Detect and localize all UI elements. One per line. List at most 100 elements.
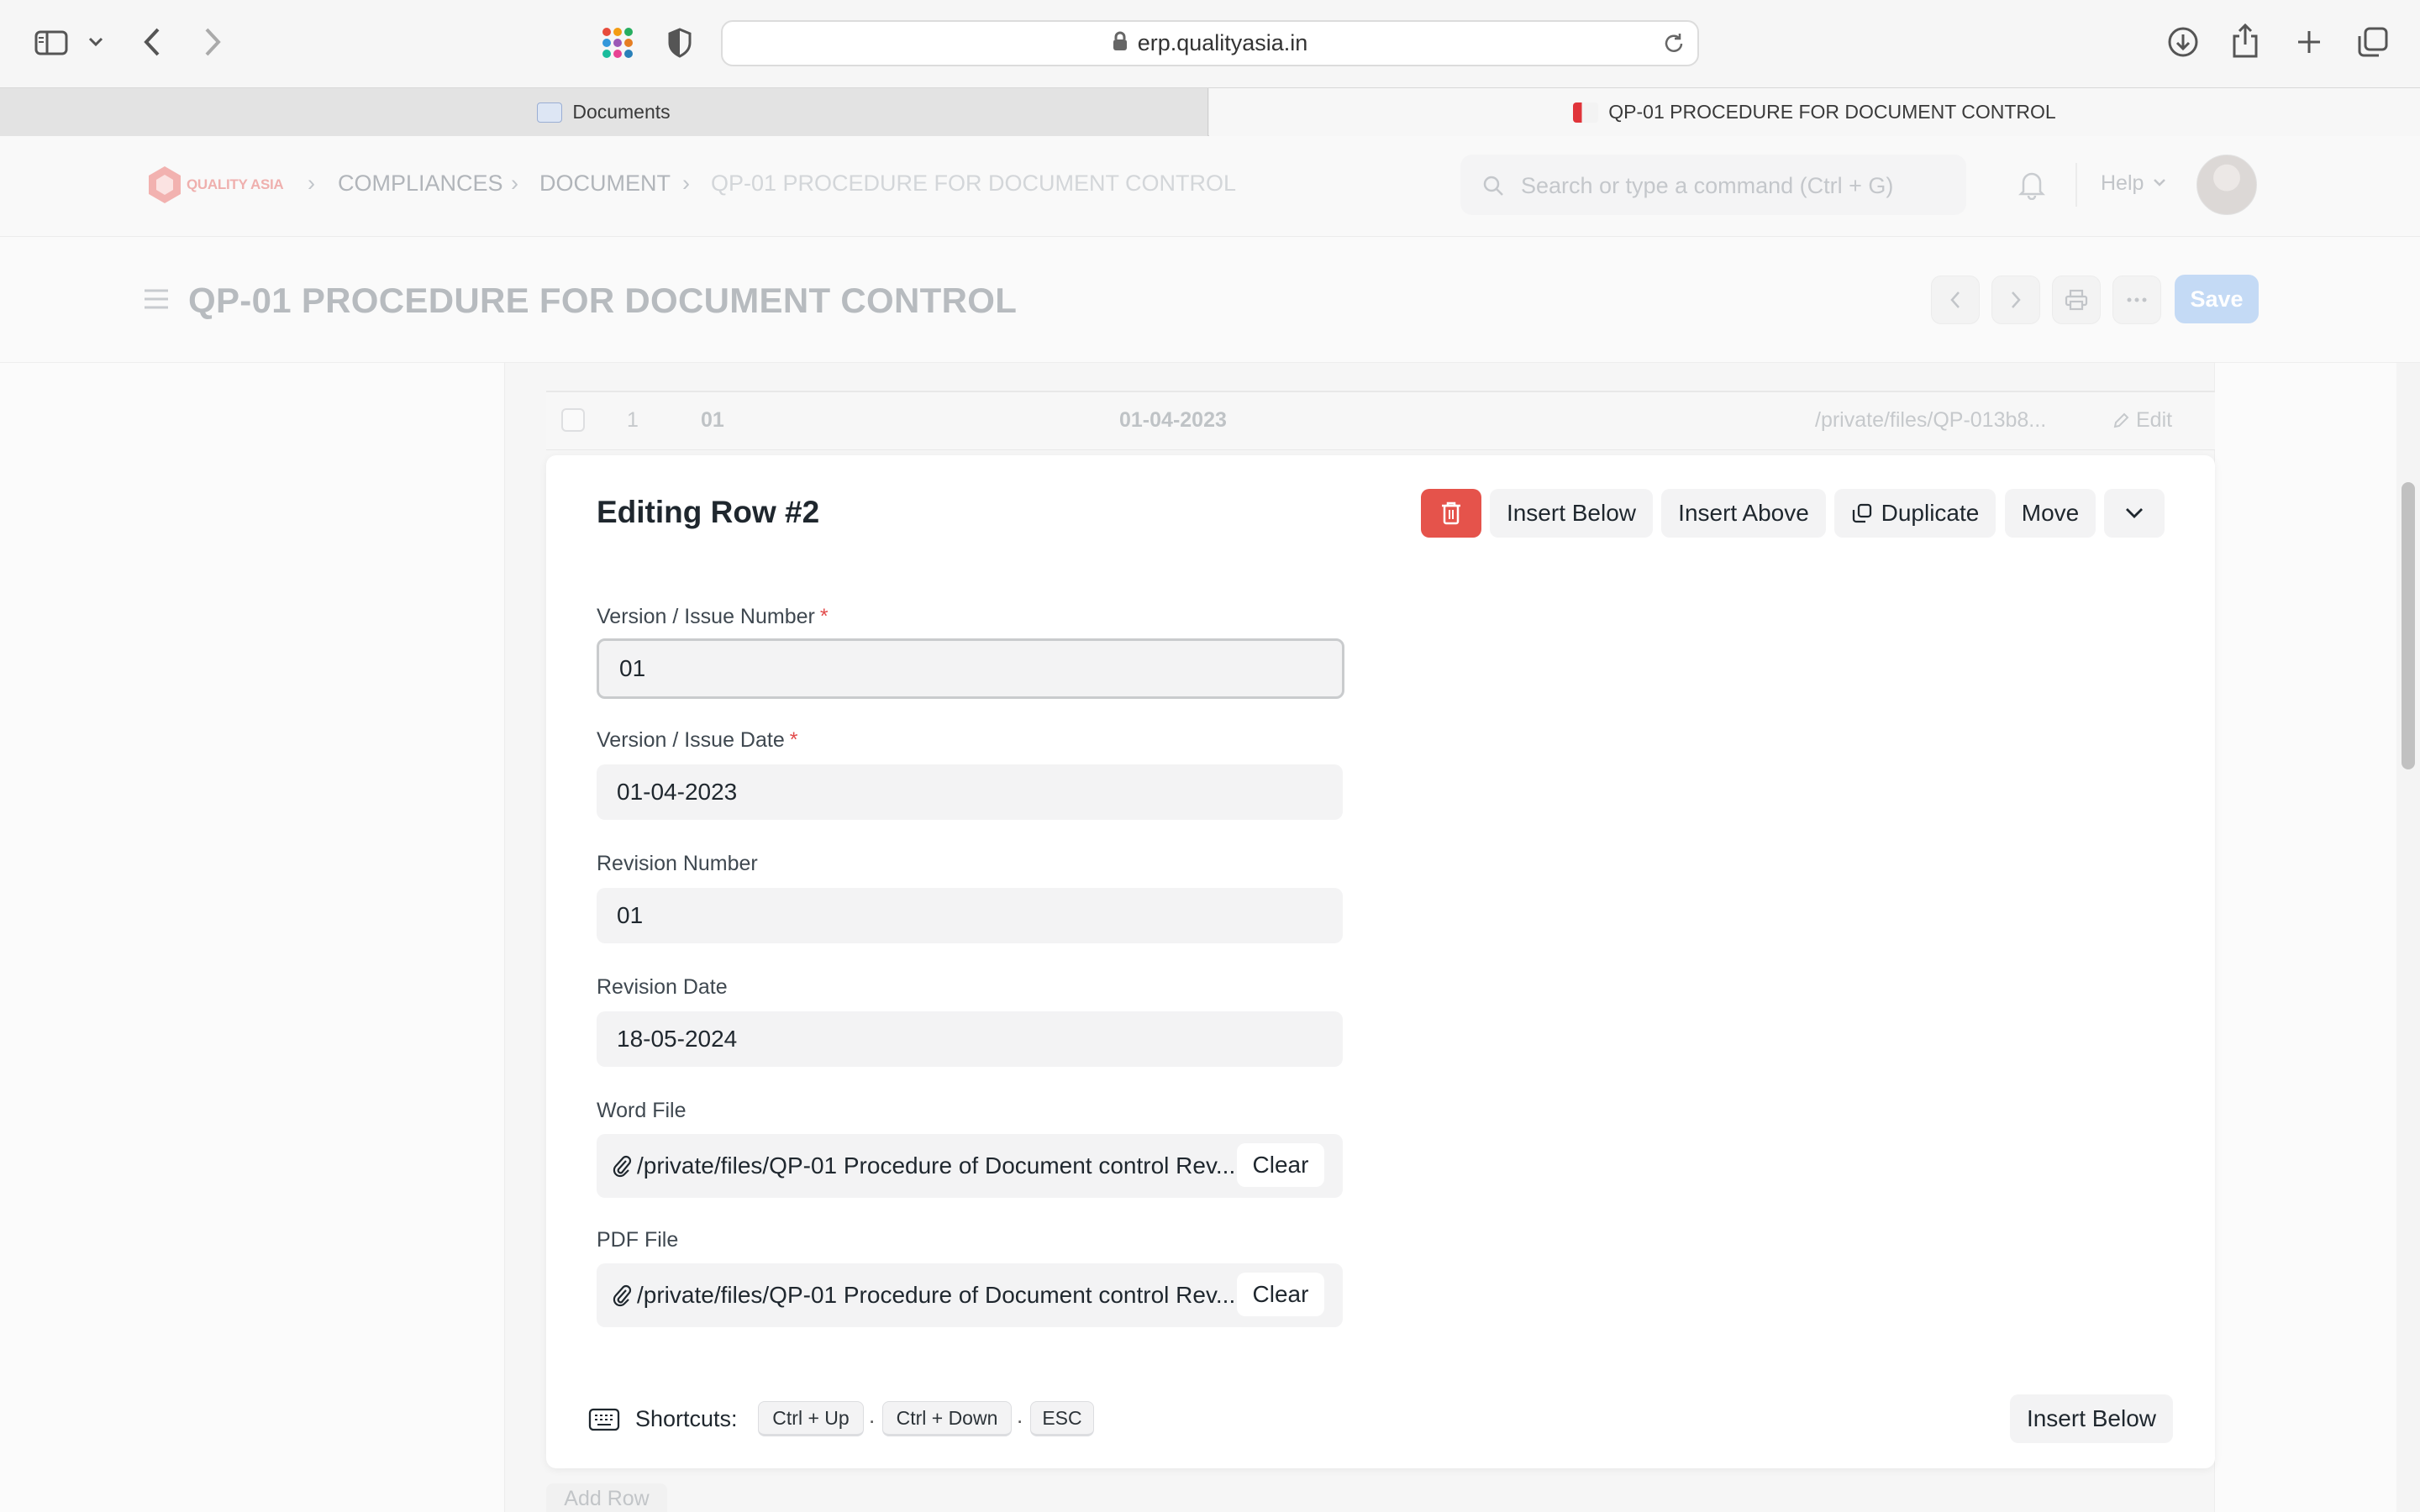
revision-date-input[interactable]: 18-05-2024 [597,1011,1343,1067]
shortcuts-label: Shortcuts: [635,1406,738,1431]
shortcut-ctrl-down: Ctrl + Down [882,1401,1012,1436]
paperclip-icon [612,1152,632,1182]
documents-favicon-icon [537,102,563,123]
tab-label: QP-01 PROCEDURE FOR DOCUMENT CONTROL [1608,101,2056,123]
search-input[interactable]: Search or type a command (Ctrl + G) [1460,155,1966,215]
logo-text: QUALITY ASIA [187,176,284,192]
edit-label: Edit [2136,408,2173,432]
shortcut-ctrl-up: Ctrl + Up [758,1401,864,1436]
copy-icon [1852,503,1871,523]
sidebar-toggle-icon[interactable] [32,27,71,59]
version-number-label-text: Version / Issue Number [597,605,815,628]
download-icon[interactable] [2166,25,2200,59]
search-icon [1482,175,1504,201]
more-actions-button[interactable] [2112,276,2161,324]
row-version: 01 [701,408,724,432]
hamburger-menu-icon[interactable] [143,287,170,311]
lock-icon [1113,31,1128,55]
version-date-label: Version / Issue Date * [597,728,797,753]
breadcrumb-document[interactable]: DOCUMENT [539,171,671,197]
add-row-button[interactable]: Add Row [546,1483,667,1512]
keyboard-icon [588,1408,620,1436]
duplicate-button[interactable]: Duplicate [1834,489,1996,538]
chevron-left-icon [1950,291,1960,308]
pdf-file-clear-button[interactable]: Clear [1237,1273,1324,1316]
required-marker: * [819,605,829,628]
revision-number-label: Revision Number [597,852,758,875]
insert-above-button[interactable]: Insert Above [1661,489,1826,538]
tab-overview-icon[interactable] [2356,25,2390,59]
row-index: 1 [627,408,639,432]
word-file-attachment: /private/files/QP-01 Procedure of Docume… [597,1134,1343,1198]
paperclip-icon [612,1282,632,1311]
avatar[interactable] [2196,155,2257,215]
save-button[interactable]: Save [2175,275,2259,323]
chevron-down-icon [2152,176,2167,192]
shortcut-separator: . [1017,1403,1023,1428]
insert-below-button[interactable]: Insert Below [1490,489,1653,538]
pdf-file-attachment: /private/files/QP-01 Procedure of Docume… [597,1263,1343,1327]
chevron-right-icon [2012,291,2021,308]
ellipsis-icon [2127,297,2147,302]
bell-icon[interactable] [2018,170,2047,202]
version-date-input[interactable]: 01-04-2023 [597,764,1343,820]
version-date-label-text: Version / Issue Date [597,728,785,752]
printer-icon [2065,289,2088,311]
revision-number-input[interactable]: 01 [597,888,1343,943]
chevron-down-icon [2126,508,2143,518]
pdf-file-link[interactable]: /private/files/QP-01 Procedure of Docume… [637,1282,1242,1309]
back-icon[interactable] [139,25,165,59]
pencil-icon [2113,412,2129,428]
version-number-label: Version / Issue Number * [597,605,829,629]
tab-documents[interactable]: Documents [0,88,1208,136]
word-file-clear-button[interactable]: Clear [1237,1143,1324,1187]
word-file-link[interactable]: /private/files/QP-01 Procedure of Docume… [637,1152,1242,1179]
shortcut-separator: . [869,1403,876,1428]
browser-tab-bar: Documents QP-01 PROCEDURE FOR DOCUMENT C… [0,87,2420,136]
duplicate-label: Duplicate [1881,500,1980,526]
breadcrumb-separator-icon: › [682,171,690,196]
revision-date-label: Revision Date [597,975,728,999]
tab-qp-01[interactable]: QP-01 PROCEDURE FOR DOCUMENT CONTROL [1209,88,2420,136]
reload-icon[interactable] [1662,32,1686,60]
next-record-button[interactable] [1991,276,2040,324]
collapse-panel-button[interactable] [2104,489,2165,538]
word-file-label: Word File [597,1099,687,1122]
insert-below-bottom-button[interactable]: Insert Below [2010,1394,2173,1443]
navbar-divider [2075,163,2077,207]
app-grid-icon[interactable] [600,25,635,60]
new-tab-icon[interactable] [2294,27,2324,57]
row-checkbox[interactable] [561,408,585,432]
privacy-shield-icon[interactable] [666,27,694,59]
chevron-down-icon[interactable] [86,32,106,52]
trash-icon [1442,501,1460,525]
delete-row-button[interactable] [1421,489,1481,538]
required-marker: * [789,728,798,752]
print-button[interactable] [2052,276,2101,324]
url-text: erp.qualityasia.in [1137,30,1308,55]
logo[interactable]: QUALITY ASIA [146,163,287,207]
tab-label: Documents [572,101,671,123]
move-button[interactable]: Move [2005,489,2096,538]
quality-asia-favicon-icon [1573,102,1599,123]
address-bar[interactable]: erp.qualityasia.in [721,20,1699,66]
row-date: 01-04-2023 [1119,408,1227,432]
prev-record-button[interactable] [1931,276,1980,324]
scrollbar-thumb[interactable] [2402,482,2415,769]
shortcut-esc: ESC [1030,1401,1094,1436]
search-placeholder: Search or type a command (Ctrl + G) [1521,173,1894,198]
help-label: Help [2101,171,2144,195]
share-icon[interactable] [2230,22,2260,59]
row-file[interactable]: /private/files/QP-013b8... [1815,408,2046,433]
browser-toolbar: erp.qualityasia.in [0,0,2420,87]
table-header-remnant [546,363,2215,391]
logo-icon [149,166,181,203]
breadcrumb-compliances[interactable]: COMPLIANCES [338,171,503,197]
help-dropdown[interactable]: Help [2101,171,2167,196]
row-edit-button[interactable]: Edit [2112,408,2172,433]
pdf-file-label: PDF File [597,1228,679,1252]
breadcrumb-separator-icon: › [308,171,315,196]
forward-icon[interactable] [200,25,225,59]
version-number-input[interactable]: 01 [597,638,1344,699]
editing-row-title: Editing Row #2 [597,495,820,529]
